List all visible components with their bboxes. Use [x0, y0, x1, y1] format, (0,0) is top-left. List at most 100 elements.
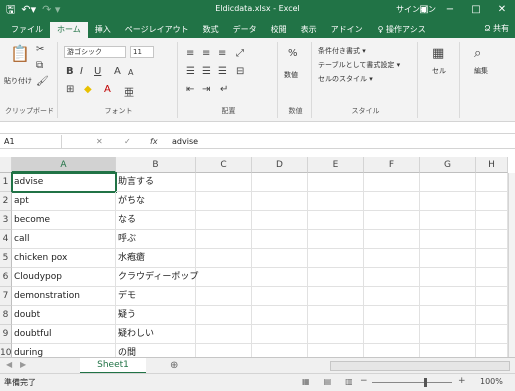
row-header[interactable]: 5 — [0, 249, 12, 268]
col-header-c[interactable]: C — [196, 157, 252, 173]
cell-a5[interactable]: chicken pox — [12, 249, 116, 268]
align-bottom-icon[interactable]: ≡ — [218, 48, 226, 59]
orientation-icon[interactable]: ⤢ — [236, 48, 244, 59]
cell-e9[interactable] — [308, 325, 364, 344]
enter-icon[interactable]: ✓ — [124, 135, 131, 148]
sheet-next-icon[interactable]: ▶ — [20, 360, 26, 369]
cell-a8[interactable]: doubt — [12, 306, 116, 325]
cell-f5[interactable] — [364, 249, 420, 268]
cell-g8[interactable] — [420, 306, 476, 325]
cell-g3[interactable] — [420, 211, 476, 230]
cell-f7[interactable] — [364, 287, 420, 306]
cell-b5[interactable]: 水疱瘡 — [116, 249, 196, 268]
row-header[interactable]: 4 — [0, 230, 12, 249]
zoom-level[interactable]: 100% — [480, 377, 503, 386]
row-header[interactable]: 6 — [0, 268, 12, 287]
zoom-in-button[interactable]: + — [458, 376, 466, 386]
cell-b2[interactable]: がちな — [116, 192, 196, 211]
cell-d5[interactable] — [252, 249, 308, 268]
tab-home[interactable]: ホーム — [50, 22, 88, 38]
shrink-font-button[interactable]: A — [128, 68, 133, 77]
cell-d6[interactable] — [252, 268, 308, 287]
col-header-d[interactable]: D — [252, 157, 308, 173]
row-header[interactable]: 2 — [0, 192, 12, 211]
cell-c6[interactable] — [196, 268, 252, 287]
cell-styles-button[interactable]: セルのスタイル ▾ — [318, 74, 373, 84]
cell-e1[interactable] — [308, 173, 364, 192]
ribbon-display-icon[interactable]: ▣ — [411, 0, 437, 20]
cell-c2[interactable] — [196, 192, 252, 211]
sheet-tab-sheet1[interactable]: Sheet1 — [80, 358, 146, 374]
cell-h5[interactable] — [476, 249, 508, 268]
number-format-button[interactable]: 数値 — [284, 70, 298, 80]
format-as-table-button[interactable]: テーブルとして書式設定 ▾ — [318, 60, 400, 70]
align-middle-icon[interactable]: ≡ — [202, 48, 210, 59]
normal-view-icon[interactable]: ▦ — [302, 377, 310, 386]
cell-f4[interactable] — [364, 230, 420, 249]
cell-f8[interactable] — [364, 306, 420, 325]
cell-h3[interactable] — [476, 211, 508, 230]
page-layout-view-icon[interactable]: ▤ — [324, 377, 332, 386]
col-header-a[interactable]: A — [12, 157, 116, 173]
cells-icon[interactable]: ▦ — [432, 46, 444, 61]
underline-button[interactable]: U — [94, 66, 101, 77]
bold-button[interactable]: B — [66, 66, 74, 77]
tab-data[interactable]: データ — [226, 22, 264, 38]
cell-f2[interactable] — [364, 192, 420, 211]
tab-review[interactable]: 校閲 — [264, 22, 294, 38]
select-all-corner[interactable] — [0, 157, 12, 173]
cell-e5[interactable] — [308, 249, 364, 268]
percent-button[interactable]: % — [288, 48, 298, 59]
name-box[interactable]: A1 — [2, 135, 62, 148]
fx-icon[interactable]: fx — [150, 135, 158, 148]
col-header-f[interactable]: F — [364, 157, 420, 173]
tab-addins[interactable]: アドイン — [324, 22, 370, 38]
row-header[interactable]: 1 — [0, 173, 12, 192]
tell-me-box[interactable]: ♀ 操作アシス — [378, 22, 426, 38]
cell-e3[interactable] — [308, 211, 364, 230]
cell-c3[interactable] — [196, 211, 252, 230]
cell-h9[interactable] — [476, 325, 508, 344]
cell-d8[interactable] — [252, 306, 308, 325]
align-left-icon[interactable]: ☰ — [186, 66, 195, 77]
font-name-select[interactable]: 游ゴシック — [64, 46, 126, 58]
minimize-button[interactable]: − — [437, 0, 463, 20]
cell-a3[interactable]: become — [12, 211, 116, 230]
vertical-scrollbar[interactable] — [508, 173, 515, 357]
cell-h4[interactable] — [476, 230, 508, 249]
cell-a6[interactable]: Cloudypop — [12, 268, 116, 287]
cell-d7[interactable] — [252, 287, 308, 306]
col-header-b[interactable]: B — [116, 157, 196, 173]
cell-h7[interactable] — [476, 287, 508, 306]
cell-b4[interactable]: 呼ぶ — [116, 230, 196, 249]
cell-b8[interactable]: 疑う — [116, 306, 196, 325]
zoom-out-button[interactable]: − — [360, 376, 368, 386]
cell-e4[interactable] — [308, 230, 364, 249]
maximize-button[interactable]: □ — [463, 0, 489, 20]
sheet-prev-icon[interactable]: ◀ — [6, 360, 12, 369]
cell-d2[interactable] — [252, 192, 308, 211]
tab-view[interactable]: 表示 — [294, 22, 324, 38]
cell-a2[interactable]: apt — [12, 192, 116, 211]
tab-file[interactable]: ファイル — [4, 22, 50, 38]
cell-g6[interactable] — [420, 268, 476, 287]
zoom-slider[interactable] — [372, 382, 452, 383]
conditional-formatting-button[interactable]: 条件付き書式 ▾ — [318, 46, 366, 56]
decrease-indent-icon[interactable]: ⇤ — [186, 84, 194, 95]
cell-g5[interactable] — [420, 249, 476, 268]
cell-h8[interactable] — [476, 306, 508, 325]
col-header-e[interactable]: E — [308, 157, 364, 173]
font-size-select[interactable]: 11 — [130, 46, 154, 58]
page-break-view-icon[interactable]: ▥ — [345, 377, 353, 386]
cell-f9[interactable] — [364, 325, 420, 344]
row-header[interactable]: 3 — [0, 211, 12, 230]
cell-e2[interactable] — [308, 192, 364, 211]
cell-f1[interactable] — [364, 173, 420, 192]
align-top-icon[interactable]: ≡ — [186, 48, 194, 59]
tab-page-layout[interactable]: ページレイアウト — [118, 22, 196, 38]
row-header[interactable]: 9 — [0, 325, 12, 344]
grow-font-button[interactable]: A — [114, 66, 121, 77]
search-icon[interactable]: ⌕ — [474, 46, 481, 61]
cell-b3[interactable]: なる — [116, 211, 196, 230]
cell-c5[interactable] — [196, 249, 252, 268]
